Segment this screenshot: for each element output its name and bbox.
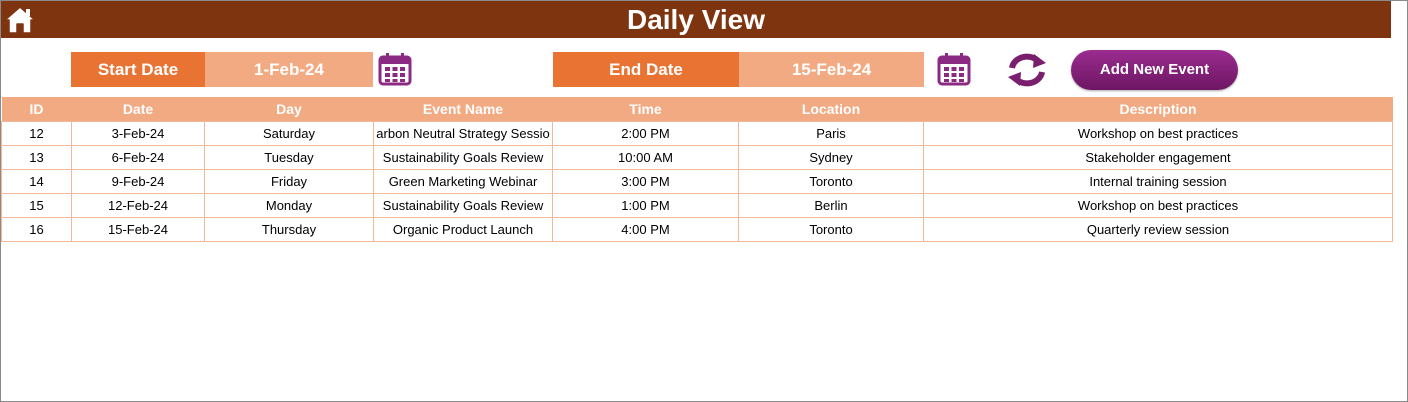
- end-date-value[interactable]: 15-Feb-24: [739, 52, 924, 87]
- cell-date[interactable]: 6-Feb-24: [71, 145, 205, 170]
- home-icon[interactable]: [3, 4, 37, 35]
- column-header-description[interactable]: Description: [923, 97, 1393, 122]
- title-bar: Daily View: [1, 1, 1391, 38]
- cell-time[interactable]: 4:00 PM: [552, 217, 739, 242]
- table-row[interactable]: 12 3-Feb-24 Saturday arbon Neutral Strat…: [1, 121, 1393, 146]
- cell-id[interactable]: 13: [1, 145, 72, 170]
- cell-time[interactable]: 10:00 AM: [552, 145, 739, 170]
- column-header-location[interactable]: Location: [738, 97, 924, 122]
- cell-event-name[interactable]: Green Marketing Webinar: [373, 169, 553, 194]
- cell-day[interactable]: Friday: [204, 169, 374, 194]
- table-row[interactable]: 16 15-Feb-24 Thursday Organic Product La…: [1, 217, 1393, 242]
- cell-location[interactable]: Sydney: [738, 145, 924, 170]
- cell-date[interactable]: 3-Feb-24: [71, 121, 205, 146]
- cell-date[interactable]: 15-Feb-24: [71, 217, 205, 242]
- cell-day[interactable]: Tuesday: [204, 145, 374, 170]
- cell-location[interactable]: Berlin: [738, 193, 924, 218]
- add-new-event-button[interactable]: Add New Event: [1071, 50, 1238, 90]
- column-header-id[interactable]: ID: [1, 97, 72, 122]
- start-calendar-icon[interactable]: [378, 52, 412, 86]
- end-calendar-icon[interactable]: [937, 52, 971, 86]
- cell-date[interactable]: 12-Feb-24: [71, 193, 205, 218]
- table-row[interactable]: 15 12-Feb-24 Monday Sustainability Goals…: [1, 193, 1393, 218]
- column-header-time[interactable]: Time: [552, 97, 739, 122]
- cell-time[interactable]: 1:00 PM: [552, 193, 739, 218]
- cell-location[interactable]: Paris: [738, 121, 924, 146]
- end-date-label: End Date: [553, 52, 739, 87]
- start-date-value[interactable]: 1-Feb-24: [205, 52, 373, 87]
- cell-id[interactable]: 15: [1, 193, 72, 218]
- cell-description[interactable]: Stakeholder engagement: [923, 145, 1393, 170]
- cell-description[interactable]: Internal training session: [923, 169, 1393, 194]
- cell-time[interactable]: 3:00 PM: [552, 169, 739, 194]
- cell-date[interactable]: 9-Feb-24: [71, 169, 205, 194]
- refresh-icon[interactable]: [1004, 51, 1050, 89]
- cell-location[interactable]: Toronto: [738, 217, 924, 242]
- cell-event-name[interactable]: Organic Product Launch: [373, 217, 553, 242]
- cell-day[interactable]: Thursday: [204, 217, 374, 242]
- cell-time[interactable]: 2:00 PM: [552, 121, 739, 146]
- cell-description[interactable]: Workshop on best practices: [923, 193, 1393, 218]
- cell-day[interactable]: Monday: [204, 193, 374, 218]
- table-header-row: ID Date Day Event Name Time Location Des…: [1, 97, 1393, 122]
- start-date-label: Start Date: [71, 52, 205, 87]
- cell-location[interactable]: Toronto: [738, 169, 924, 194]
- events-table: ID Date Day Event Name Time Location Des…: [1, 97, 1393, 242]
- cell-event-name[interactable]: arbon Neutral Strategy Sessio: [373, 121, 553, 146]
- cell-id[interactable]: 14: [1, 169, 72, 194]
- cell-event-name[interactable]: Sustainability Goals Review: [373, 145, 553, 170]
- cell-description[interactable]: Workshop on best practices: [923, 121, 1393, 146]
- column-header-event-name[interactable]: Event Name: [373, 97, 553, 122]
- cell-id[interactable]: 16: [1, 217, 72, 242]
- cell-day[interactable]: Saturday: [204, 121, 374, 146]
- cell-description[interactable]: Quarterly review session: [923, 217, 1393, 242]
- column-header-day[interactable]: Day: [204, 97, 374, 122]
- page-title: Daily View: [626, 4, 765, 35]
- cell-event-name[interactable]: Sustainability Goals Review: [373, 193, 553, 218]
- table-row[interactable]: 14 9-Feb-24 Friday Green Marketing Webin…: [1, 169, 1393, 194]
- column-header-date[interactable]: Date: [71, 97, 205, 122]
- cell-id[interactable]: 12: [1, 121, 72, 146]
- table-row[interactable]: 13 6-Feb-24 Tuesday Sustainability Goals…: [1, 145, 1393, 170]
